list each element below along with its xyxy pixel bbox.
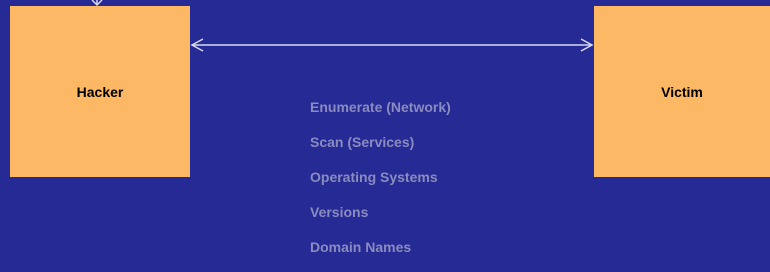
victim-node: Victim <box>594 6 770 177</box>
steps-list: Enumerate (Network) Scan (Services) Oper… <box>310 97 451 272</box>
victim-label: Victim <box>661 83 703 100</box>
arrow-head-right <box>580 38 594 52</box>
step-item: Versions <box>310 204 369 220</box>
hacker-label: Hacker <box>76 83 124 100</box>
arrow-head-left <box>190 38 204 52</box>
step-item: Enumerate (Network) <box>310 99 451 115</box>
step-item: Scan (Services) <box>310 134 415 150</box>
step-item: Operating Systems <box>310 169 438 185</box>
hacker-node: Hacker <box>10 6 190 177</box>
incoming-arrow-head <box>91 0 103 7</box>
step-item: Domain Names <box>310 239 412 255</box>
diagram-canvas: Hacker Victim Enumerate (Network) Scan (… <box>0 0 770 259</box>
